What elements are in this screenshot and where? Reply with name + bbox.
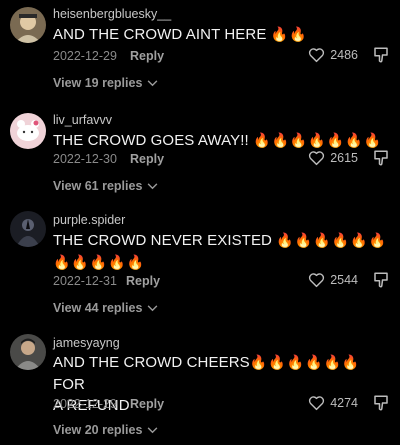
avatar[interactable] [10,334,46,370]
like-count: 2486 [330,48,358,62]
heart-icon [309,48,325,63]
fire-emoji-group: 🔥🔥🔥🔥🔥🔥 [276,233,387,249]
fire-emoji-group: 🔥🔥 [270,27,308,43]
comment-date: 2022-12-29 [53,49,117,63]
comment-date: 2022-12-30 [53,152,117,166]
view-replies-label: View 61 replies [53,179,143,193]
view-replies-button[interactable]: View 61 replies [53,179,158,193]
reply-button[interactable]: Reply [126,274,160,288]
like-button[interactable]: 2544 [308,272,358,288]
avatar[interactable] [10,7,46,43]
heart-icon [309,151,325,166]
avatar[interactable] [10,211,46,247]
view-replies-label: View 19 replies [53,76,143,90]
fire-emoji-group: 🔥🔥🔥🔥🔥🔥 [249,355,361,371]
like-button[interactable]: 4274 [308,395,358,411]
fire-emoji-group: 🔥🔥🔥🔥🔥 [53,255,146,271]
dislike-icon[interactable] [372,46,390,64]
dislike-icon[interactable] [372,271,390,289]
view-replies-button[interactable]: View 44 replies [53,301,158,315]
view-replies-button[interactable]: View 20 replies [53,423,158,437]
chevron-down-icon [148,182,158,189]
comment-text-body: AND THE CROWD CHEERS [53,354,250,371]
comment-username[interactable]: jamesyayng [53,336,120,350]
comment-item: jamesyayng AND THE CROWD CHEERS🔥🔥🔥🔥🔥🔥 FOR… [0,332,400,445]
comment-date: 2022-12-29 [53,397,117,411]
reply-button[interactable]: Reply [130,152,164,166]
comment-text-body: AND THE CROWD AINT HERE [53,26,267,43]
reply-button[interactable]: Reply [130,397,164,411]
heart-icon [309,273,325,288]
comment-text: THE CROWD NEVER EXISTED 🔥🔥🔥🔥🔥🔥 🔥🔥🔥🔥🔥 [53,230,388,274]
view-replies-label: View 20 replies [53,423,143,437]
dislike-icon[interactable] [372,394,390,412]
dislike-icon[interactable] [372,149,390,167]
comment-item: heisenbergbluesky__ AND THE CROWD AINT H… [0,0,400,100]
heart-icon [309,396,325,411]
comment-date: 2022-12-31 [53,274,117,288]
avatar[interactable] [10,113,46,149]
fire-emoji-group: 🔥🔥🔥🔥🔥🔥🔥 [253,133,383,149]
comment-text-body: THE CROWD GOES AWAY!! [53,132,249,149]
comment-username[interactable]: purple.spider [53,213,125,227]
comment-item: purple.spider THE CROWD NEVER EXISTED 🔥🔥… [0,210,400,330]
view-replies-label: View 44 replies [53,301,143,315]
like-count: 2615 [330,151,358,165]
like-count: 2544 [330,273,358,287]
comment-text-body: THE CROWD NEVER EXISTED [53,232,272,249]
like-button[interactable]: 2615 [308,150,358,166]
comment-item: liv_urfavvv THE CROWD GOES AWAY!! 🔥🔥🔥🔥🔥🔥… [0,106,400,206]
chevron-down-icon [148,79,158,86]
comment-text: AND THE CROWD AINT HERE 🔥🔥 [53,24,388,46]
chevron-down-icon [148,304,158,311]
comment-username[interactable]: heisenbergbluesky__ [53,7,171,21]
comment-text-body-cont: FOR [53,376,85,393]
view-replies-button[interactable]: View 19 replies [53,76,158,90]
reply-button[interactable]: Reply [130,49,164,63]
like-button[interactable]: 2486 [308,47,358,63]
chevron-down-icon [148,426,158,433]
comment-text: THE CROWD GOES AWAY!! 🔥🔥🔥🔥🔥🔥🔥 [53,130,388,152]
like-count: 4274 [330,396,358,410]
comment-username[interactable]: liv_urfavvv [53,113,112,127]
